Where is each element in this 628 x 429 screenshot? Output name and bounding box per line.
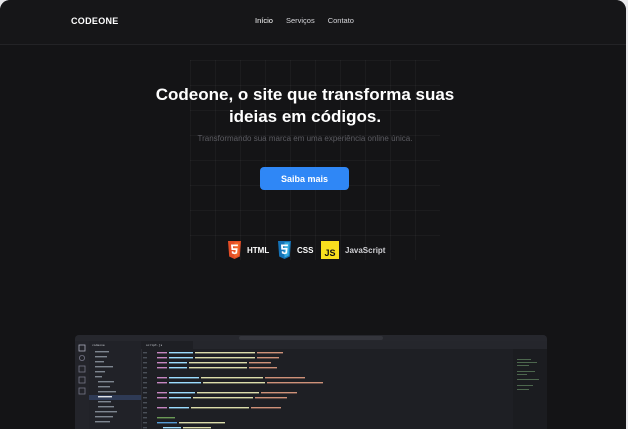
tech-item-javascript: JS JavaScript [321,241,385,259]
hero-title-line-1: Codeone, o site que transforma suas [155,85,455,104]
editor-activity-bar [75,341,89,429]
html5-icon [228,241,241,259]
saiba-mais-button[interactable]: Saiba mais [260,167,349,190]
site-header: CODEONE Início Serviços Contato [0,0,626,45]
editor-tab[interactable]: script.js [141,341,193,349]
tech-item-html: HTML [228,241,269,259]
tech-label-html: HTML [247,245,270,255]
editor-minimap [513,349,547,429]
nav-link-contato[interactable]: Contato [328,16,354,25]
browser-viewport: CODEONE Início Serviços Contato Codeone,… [0,0,626,429]
nav-link-inicio[interactable]: Início [255,16,273,25]
editor-command-center [239,336,383,340]
css3-icon [278,241,291,259]
hero-title-line-2: ideias em códigos. [228,107,382,126]
explorer-title: codeone [92,343,105,347]
tech-item-css: CSS [278,241,313,259]
explorer-file-tree [89,351,141,423]
tech-label-css: CSS [297,245,314,255]
editor-code-area [141,349,513,429]
code-lines [143,352,323,429]
code-editor-screenshot: codeone script.js [75,335,547,429]
javascript-icon: JS [321,241,339,259]
tech-label-javascript: JavaScript [345,245,386,255]
editor-tab-bar: script.js [141,341,547,349]
minimap-lines [517,359,539,390]
hero-subtitle: Transformando sua marca em uma experiênc… [197,134,413,143]
hero-title: Codeone, o site que transforma suas idei… [100,84,510,128]
svg-text:JS: JS [324,248,335,258]
nav-link-servicos[interactable]: Serviços [286,16,315,25]
editor-activity-icons [78,344,86,395]
site-logo[interactable]: CODEONE [71,16,119,26]
main-nav: Início Serviços Contato [255,16,354,25]
editor-tab-label: script.js [146,343,163,347]
editor-explorer: codeone [89,341,142,429]
